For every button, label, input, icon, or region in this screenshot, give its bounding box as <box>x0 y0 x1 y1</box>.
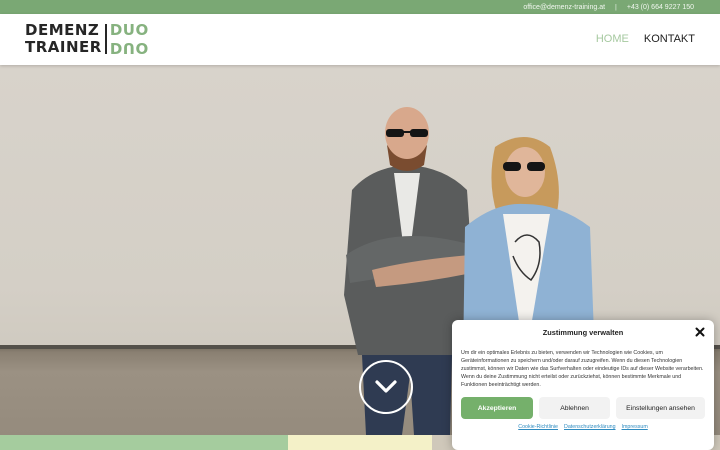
email-link[interactable]: office@demenz-training.at <box>523 4 605 11</box>
consent-links: Cookie-Richtlinie Datenschutzerklärung I… <box>461 424 705 430</box>
consent-buttons: Akzeptieren Ablehnen Einstellungen anseh… <box>461 397 705 419</box>
accept-button[interactable]: Akzeptieren <box>461 397 534 419</box>
logo-text-right: DUO DUO <box>109 21 149 58</box>
site-logo[interactable]: DEMENZ TRAINER DUO DUO <box>25 21 149 58</box>
nav-kontakt[interactable]: KONTAKT <box>644 33 695 45</box>
scroll-down-button[interactable] <box>359 360 413 414</box>
phone-link[interactable]: +43 (0) 664 9227 150 <box>627 4 694 11</box>
top-contact-bar: office@demenz-training.at | +43 (0) 664 … <box>0 0 720 14</box>
consent-title: Zustimmung verwalten <box>542 328 624 337</box>
logo-duo-1: DUO <box>109 21 149 39</box>
cookie-consent-dialog: Zustimmung verwalten Um dir ein optimale… <box>452 320 714 450</box>
logo-text-left: DEMENZ TRAINER <box>25 22 102 56</box>
settings-button[interactable]: Einstellungen ansehen <box>616 397 705 419</box>
consent-text: Um dir ein optimales Erlebnis zu bieten,… <box>461 350 704 388</box>
logo-divider <box>104 24 107 54</box>
chevron-down-icon <box>375 380 397 393</box>
strip-green <box>0 435 288 450</box>
imprint-link[interactable]: Impressum <box>622 424 648 430</box>
separator: | <box>615 3 617 11</box>
strip-yellow <box>288 435 432 450</box>
deny-button[interactable]: Ablehnen <box>539 397 611 419</box>
logo-line-1: DEMENZ <box>25 21 100 39</box>
logo-duo-2-text: DUO <box>109 39 149 57</box>
cookie-policy-link[interactable]: Cookie-Richtlinie <box>518 424 558 430</box>
site-header: DEMENZ TRAINER DUO DUO HOME KONTAKT <box>0 14 720 65</box>
logo-line-2: TRAINER <box>25 38 102 56</box>
privacy-policy-link[interactable]: Datenschutzerklärung <box>564 424 616 430</box>
nav-home[interactable]: HOME <box>596 33 629 45</box>
logo-duo-2: DUO <box>109 39 149 57</box>
close-icon[interactable] <box>695 327 705 337</box>
main-nav: HOME KONTAKT <box>596 33 695 45</box>
